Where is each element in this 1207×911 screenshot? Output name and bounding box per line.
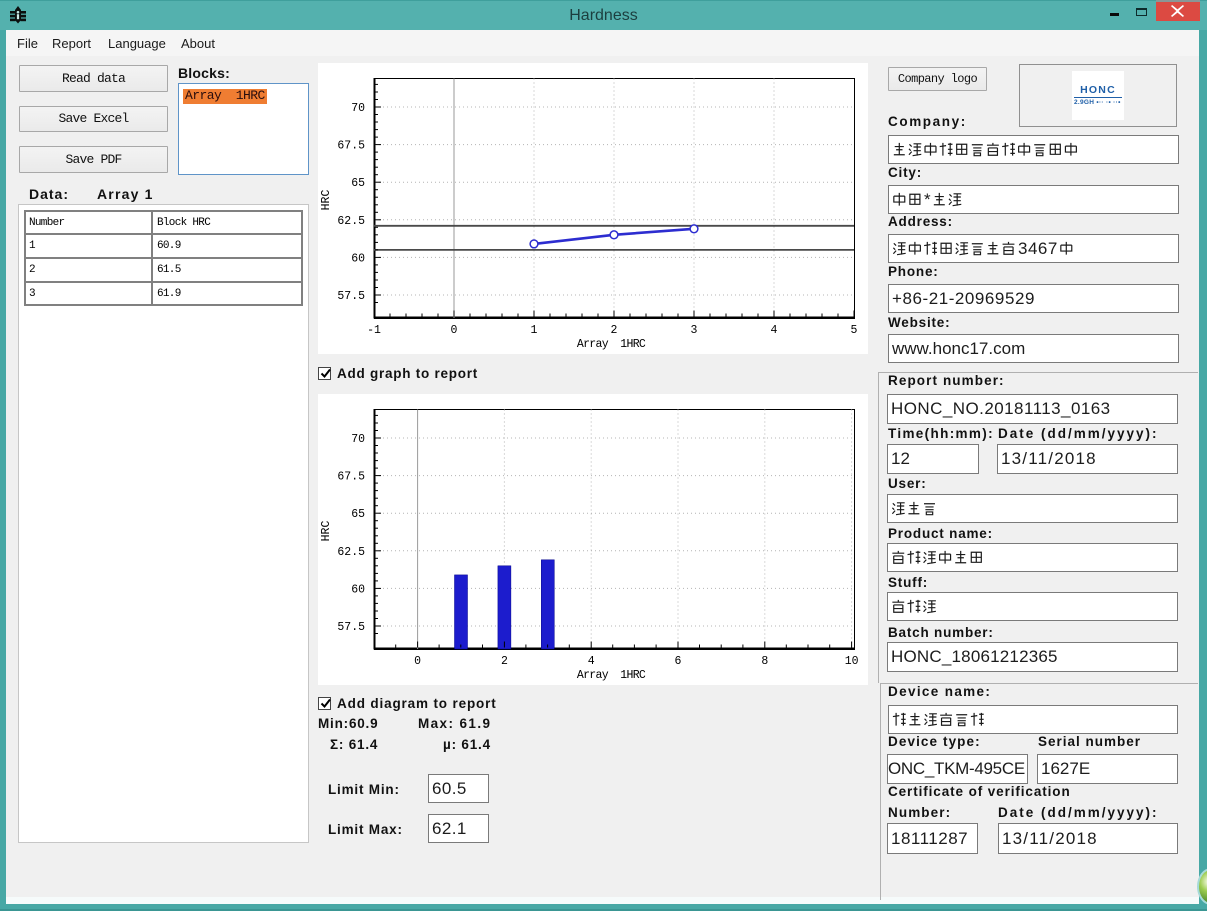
- svg-text:0: 0: [451, 324, 458, 337]
- svg-text:67.5: 67.5: [337, 140, 365, 153]
- svg-text:4: 4: [588, 655, 595, 668]
- svg-text:62.5: 62.5: [337, 215, 365, 228]
- svg-text:70: 70: [351, 433, 365, 446]
- svg-text:1: 1: [531, 324, 538, 337]
- svg-text:57.5: 57.5: [337, 290, 365, 303]
- svg-text:67.5: 67.5: [337, 471, 365, 484]
- svg-text:8: 8: [761, 655, 768, 668]
- svg-text:-1: -1: [367, 324, 381, 337]
- svg-text:57.5: 57.5: [337, 621, 365, 634]
- svg-text:65: 65: [351, 508, 365, 521]
- svg-text:0: 0: [414, 655, 421, 668]
- svg-text:10: 10: [845, 655, 859, 668]
- svg-text:4: 4: [771, 324, 778, 337]
- svg-text:2: 2: [611, 324, 618, 337]
- svg-text:70: 70: [351, 102, 365, 115]
- svg-text:62.5: 62.5: [337, 546, 365, 559]
- svg-text:6: 6: [675, 655, 682, 668]
- svg-text:HRC: HRC: [320, 190, 333, 211]
- svg-text:60: 60: [351, 252, 365, 265]
- svg-text:65: 65: [351, 177, 365, 190]
- svg-text:60: 60: [351, 583, 365, 596]
- svg-text:3: 3: [691, 324, 698, 337]
- svg-text:Array 1HRC: Array 1HRC: [577, 669, 646, 682]
- svg-text:5: 5: [851, 324, 858, 337]
- svg-text:HRC: HRC: [320, 521, 333, 542]
- svg-text:2: 2: [501, 655, 508, 668]
- svg-text:Array 1HRC: Array 1HRC: [577, 338, 646, 351]
